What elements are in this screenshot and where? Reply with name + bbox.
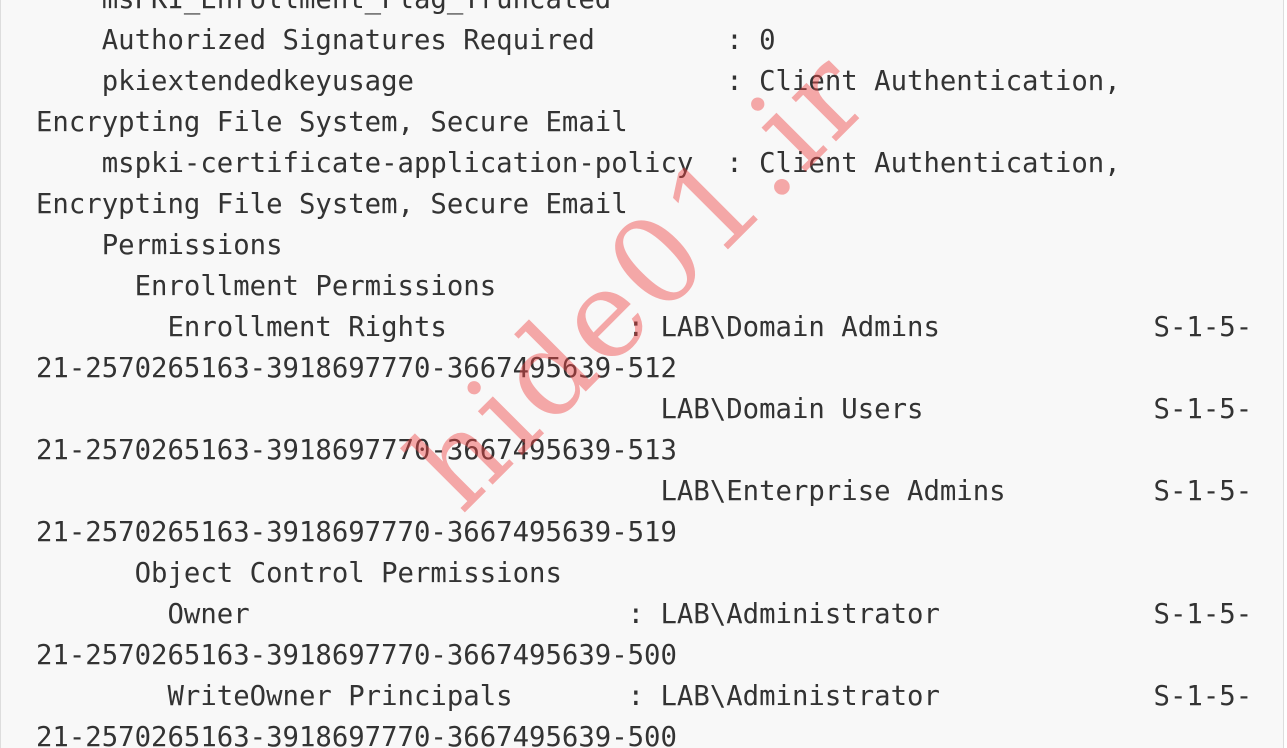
code-line: 21-2570265163-3918697770-3667495639-519 bbox=[36, 517, 677, 548]
code-line: WriteOwner Principals : LAB\Administrato… bbox=[36, 681, 1253, 712]
code-line: Encrypting File System, Secure Email bbox=[36, 107, 628, 138]
code-line: 21-2570265163-3918697770-3667495639-500 bbox=[36, 640, 677, 671]
code-line: msPKI_Enrollment_Flag_Truncated bbox=[36, 0, 1252, 20]
code-line: LAB\Enterprise Admins S-1-5- bbox=[36, 476, 1253, 507]
code-line: 21-2570265163-3918697770-3667495639-513 bbox=[36, 435, 677, 466]
code-line: LAB\Domain Users S-1-5- bbox=[36, 394, 1253, 425]
code-line: Enrollment Permissions bbox=[36, 271, 497, 302]
code-output: msPKI_Enrollment_Flag_Truncated Authoriz… bbox=[36, 0, 1252, 748]
code-line: Object Control Permissions bbox=[36, 558, 562, 589]
code-line: Enrollment Rights : LAB\Domain Admins S-… bbox=[36, 312, 1253, 343]
code-line: Owner : LAB\Administrator S-1-5- bbox=[36, 599, 1253, 630]
code-line: 21-2570265163-3918697770-3667495639-500 bbox=[36, 722, 677, 748]
code-block: msPKI_Enrollment_Flag_Truncated Authoriz… bbox=[0, 0, 1284, 748]
code-line: Permissions bbox=[36, 230, 283, 261]
code-line: mspki-certificate-application-policy : C… bbox=[36, 148, 1121, 179]
code-line: 21-2570265163-3918697770-3667495639-512 bbox=[36, 353, 677, 384]
code-line: Encrypting File System, Secure Email bbox=[36, 189, 628, 220]
code-line: Authorized Signatures Required : 0 bbox=[36, 25, 776, 56]
code-line: pkiextendedkeyusage : Client Authenticat… bbox=[36, 66, 1121, 97]
